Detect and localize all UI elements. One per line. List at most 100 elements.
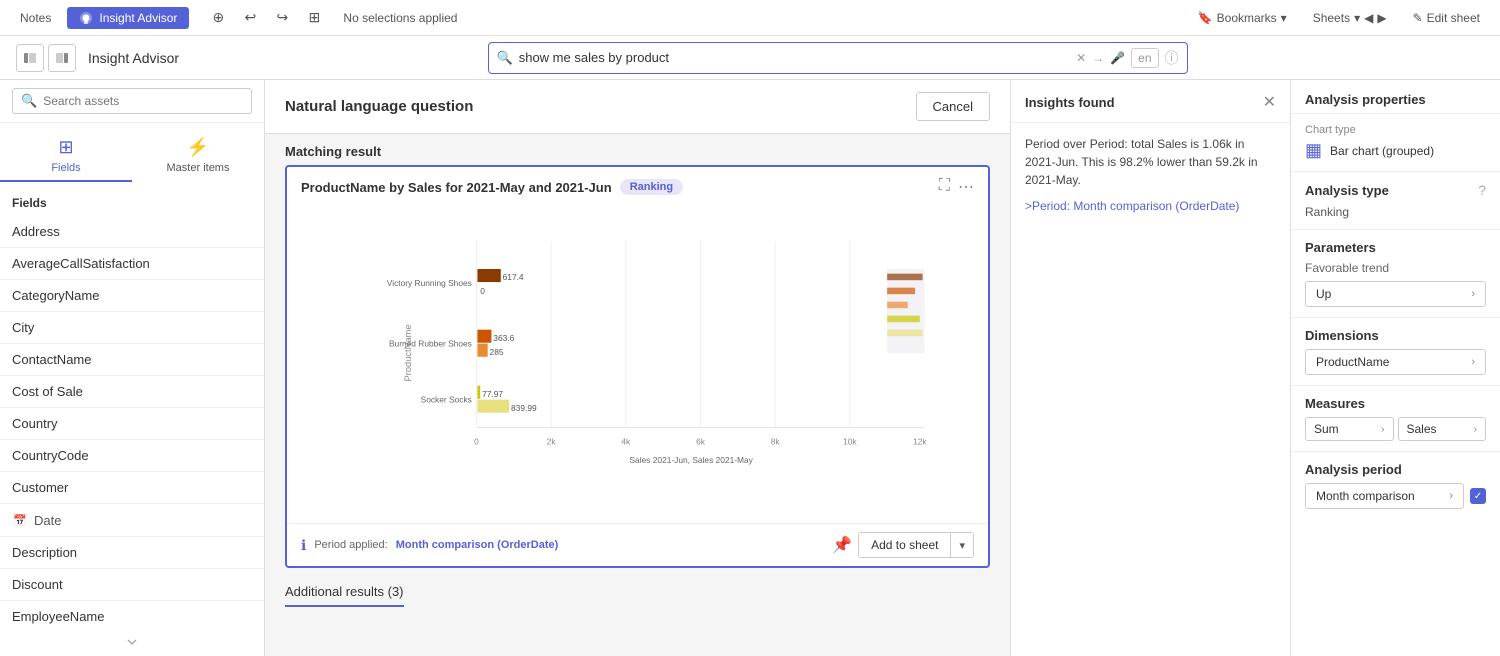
search-input[interactable]: [519, 50, 1076, 65]
period-select[interactable]: Month comparison ›: [1305, 483, 1464, 509]
cancel-button[interactable]: Cancel: [916, 92, 990, 121]
field-label: Address: [12, 224, 60, 239]
sidebar-search-input[interactable]: [43, 94, 243, 108]
svg-text:Socker Socks: Socker Socks: [421, 394, 472, 404]
add-to-sheet-dropdown-icon[interactable]: ▾: [951, 534, 973, 557]
help-icon[interactable]: ?: [1478, 182, 1486, 198]
sidebar-toggles: [16, 44, 76, 72]
sidebar-scroll-down[interactable]: [0, 628, 264, 656]
sheets-button[interactable]: Sheets ▾ ◀ ▶: [1305, 7, 1395, 29]
svg-text:2k: 2k: [547, 436, 557, 446]
bookmarks-button[interactable]: 🔖 Bookmarks ▾: [1190, 7, 1295, 29]
dimension-select[interactable]: ProductName ›: [1305, 349, 1486, 375]
sidebar-item-description[interactable]: Description: [0, 537, 264, 569]
sidebar-nav-fields[interactable]: ⊞ Fields: [0, 131, 132, 182]
chart-title: ProductName by Sales for 2021-May and 20…: [301, 180, 612, 195]
sheets-nav-prev[interactable]: ◀: [1364, 11, 1373, 25]
more-options-icon[interactable]: ⋯: [958, 177, 974, 197]
clear-search-button[interactable]: ✕: [1076, 51, 1086, 65]
field-label: Customer: [12, 480, 68, 495]
insights-close-button[interactable]: ✕: [1263, 92, 1276, 112]
sum-measure-tag[interactable]: Sum ›: [1305, 417, 1394, 441]
period-checkbox[interactable]: ✓: [1470, 488, 1486, 504]
chevron-right-icon: ›: [1471, 288, 1475, 300]
sidebar-item-date[interactable]: 📅 Date: [0, 504, 264, 537]
sidebar-item-city[interactable]: City: [0, 312, 264, 344]
svg-text:Burned Rubber Shoes: Burned Rubber Shoes: [389, 338, 472, 348]
chart-type-label: Chart type: [1305, 124, 1486, 136]
svg-text:839.99: 839.99: [511, 403, 537, 413]
analysis-type-label: Analysis type: [1305, 183, 1389, 198]
expand-icon[interactable]: ⛶: [939, 177, 950, 197]
sidebar-nav-master[interactable]: ⚡ Master items: [132, 131, 264, 182]
lock-icon[interactable]: ⊞: [301, 5, 327, 31]
sidebar-item-categoryname[interactable]: CategoryName: [0, 280, 264, 312]
top-nav: Notes Insight Advisor ⊕ ↩ ↪ ⊞ No selecti…: [0, 0, 1500, 36]
bookmark-icon: 🔖: [1198, 11, 1213, 25]
sidebar-item-discount[interactable]: Discount: [0, 569, 264, 601]
analysis-period-label: Analysis period: [1305, 462, 1486, 477]
info-circle-icon: ℹ: [301, 537, 306, 554]
sidebar-item-contactname[interactable]: ContactName: [0, 344, 264, 376]
sidebar-search-icon: 🔍: [21, 93, 37, 109]
sales-label: Sales: [1407, 422, 1437, 436]
search-submit-button[interactable]: →: [1092, 51, 1104, 65]
insight-advisor-tab[interactable]: Insight Advisor: [67, 7, 189, 29]
analysis-type-section: Analysis type ? Ranking: [1291, 172, 1500, 230]
insight-icon: [79, 11, 93, 25]
period-chevron-icon: ›: [1449, 490, 1453, 502]
sales-measure-tag[interactable]: Sales ›: [1398, 417, 1487, 441]
sidebar-item-countrycode[interactable]: CountryCode: [0, 440, 264, 472]
redo-icon[interactable]: ↪: [269, 5, 295, 31]
favorable-trend-select[interactable]: Up ›: [1305, 281, 1486, 307]
language-selector[interactable]: en: [1131, 48, 1158, 68]
period-applied-label: Period applied:: [314, 539, 387, 551]
chart-type-section: Chart type ▦ Bar chart (grouped): [1291, 114, 1500, 172]
field-label: City: [12, 320, 34, 335]
edit-sheet-button[interactable]: ✎ Edit sheet: [1405, 7, 1488, 29]
toggle-left-panel-button[interactable]: [16, 44, 44, 72]
zoom-icon[interactable]: ⊕: [205, 5, 231, 31]
add-to-sheet-label[interactable]: Add to sheet: [859, 533, 951, 557]
top-nav-right: 🔖 Bookmarks ▾ Sheets ▾ ◀ ▶ ✎ Edit sheet: [1190, 7, 1488, 29]
info-icon[interactable]: ⓘ: [1165, 48, 1179, 68]
insights-title: Insights found: [1025, 95, 1115, 110]
search-bar: 🔍 ✕ → 🎤 en ⓘ: [488, 42, 1188, 74]
field-label: EmployeeName: [12, 609, 105, 624]
dimension-chevron-icon: ›: [1471, 356, 1475, 368]
notes-tab[interactable]: Notes: [12, 11, 59, 25]
chevron-down-icon: [126, 636, 138, 648]
favorable-trend-value: Up: [1316, 287, 1331, 301]
toggle-right-panel-button[interactable]: [48, 44, 76, 72]
undo-icon[interactable]: ↩: [237, 5, 263, 31]
sidebar-item-country[interactable]: Country: [0, 408, 264, 440]
sidebar-search: 🔍: [12, 88, 252, 114]
mic-icon[interactable]: 🎤: [1110, 51, 1125, 65]
analysis-period-section: Analysis period Month comparison › ✓: [1291, 452, 1500, 519]
sidebar-search-wrap: 🔍: [0, 80, 264, 123]
left-sidebar: 🔍 ⊞ Fields ⚡ Master items Fields Address…: [0, 80, 265, 656]
insights-period-link[interactable]: >Period: Month comparison (OrderDate): [1025, 197, 1276, 215]
parameters-section: Parameters Favorable trend Up ›: [1291, 230, 1500, 318]
insights-text: Period over Period: total Sales is 1.06k…: [1025, 135, 1276, 189]
field-label: Country: [12, 416, 58, 431]
sidebar-item-averagecallsatisfaction[interactable]: AverageCallSatisfaction: [0, 248, 264, 280]
chart-body: ProductName 0 2k 4k 6k 8k 10k: [287, 203, 988, 523]
right-panel-scroll: Analysis properties Chart type ▦ Bar cha…: [1291, 80, 1500, 519]
sidebar-item-costofsale[interactable]: Cost of Sale: [0, 376, 264, 408]
svg-text:6k: 6k: [696, 436, 706, 446]
fields-section-label: Fields: [0, 190, 264, 216]
svg-text:285: 285: [490, 347, 504, 357]
measures-section: Measures Sum › Sales ›: [1291, 386, 1500, 452]
svg-text:0: 0: [480, 286, 485, 296]
add-to-sheet-button[interactable]: Add to sheet ▾: [858, 532, 974, 558]
svg-text:Sales 2021-Jun, Sales 2021-May: Sales 2021-Jun, Sales 2021-May: [629, 455, 753, 465]
field-label: Date: [34, 513, 61, 528]
sidebar-item-customer[interactable]: Customer: [0, 472, 264, 504]
pin-icon[interactable]: 📌: [832, 535, 852, 555]
sidebar-item-employeename[interactable]: EmployeeName: [0, 601, 264, 628]
sheets-nav-next[interactable]: ▶: [1377, 11, 1386, 25]
right-panel: Analysis properties Chart type ▦ Bar cha…: [1290, 80, 1500, 656]
additional-results-tab[interactable]: Additional results (3): [285, 578, 404, 607]
sidebar-item-address[interactable]: Address: [0, 216, 264, 248]
